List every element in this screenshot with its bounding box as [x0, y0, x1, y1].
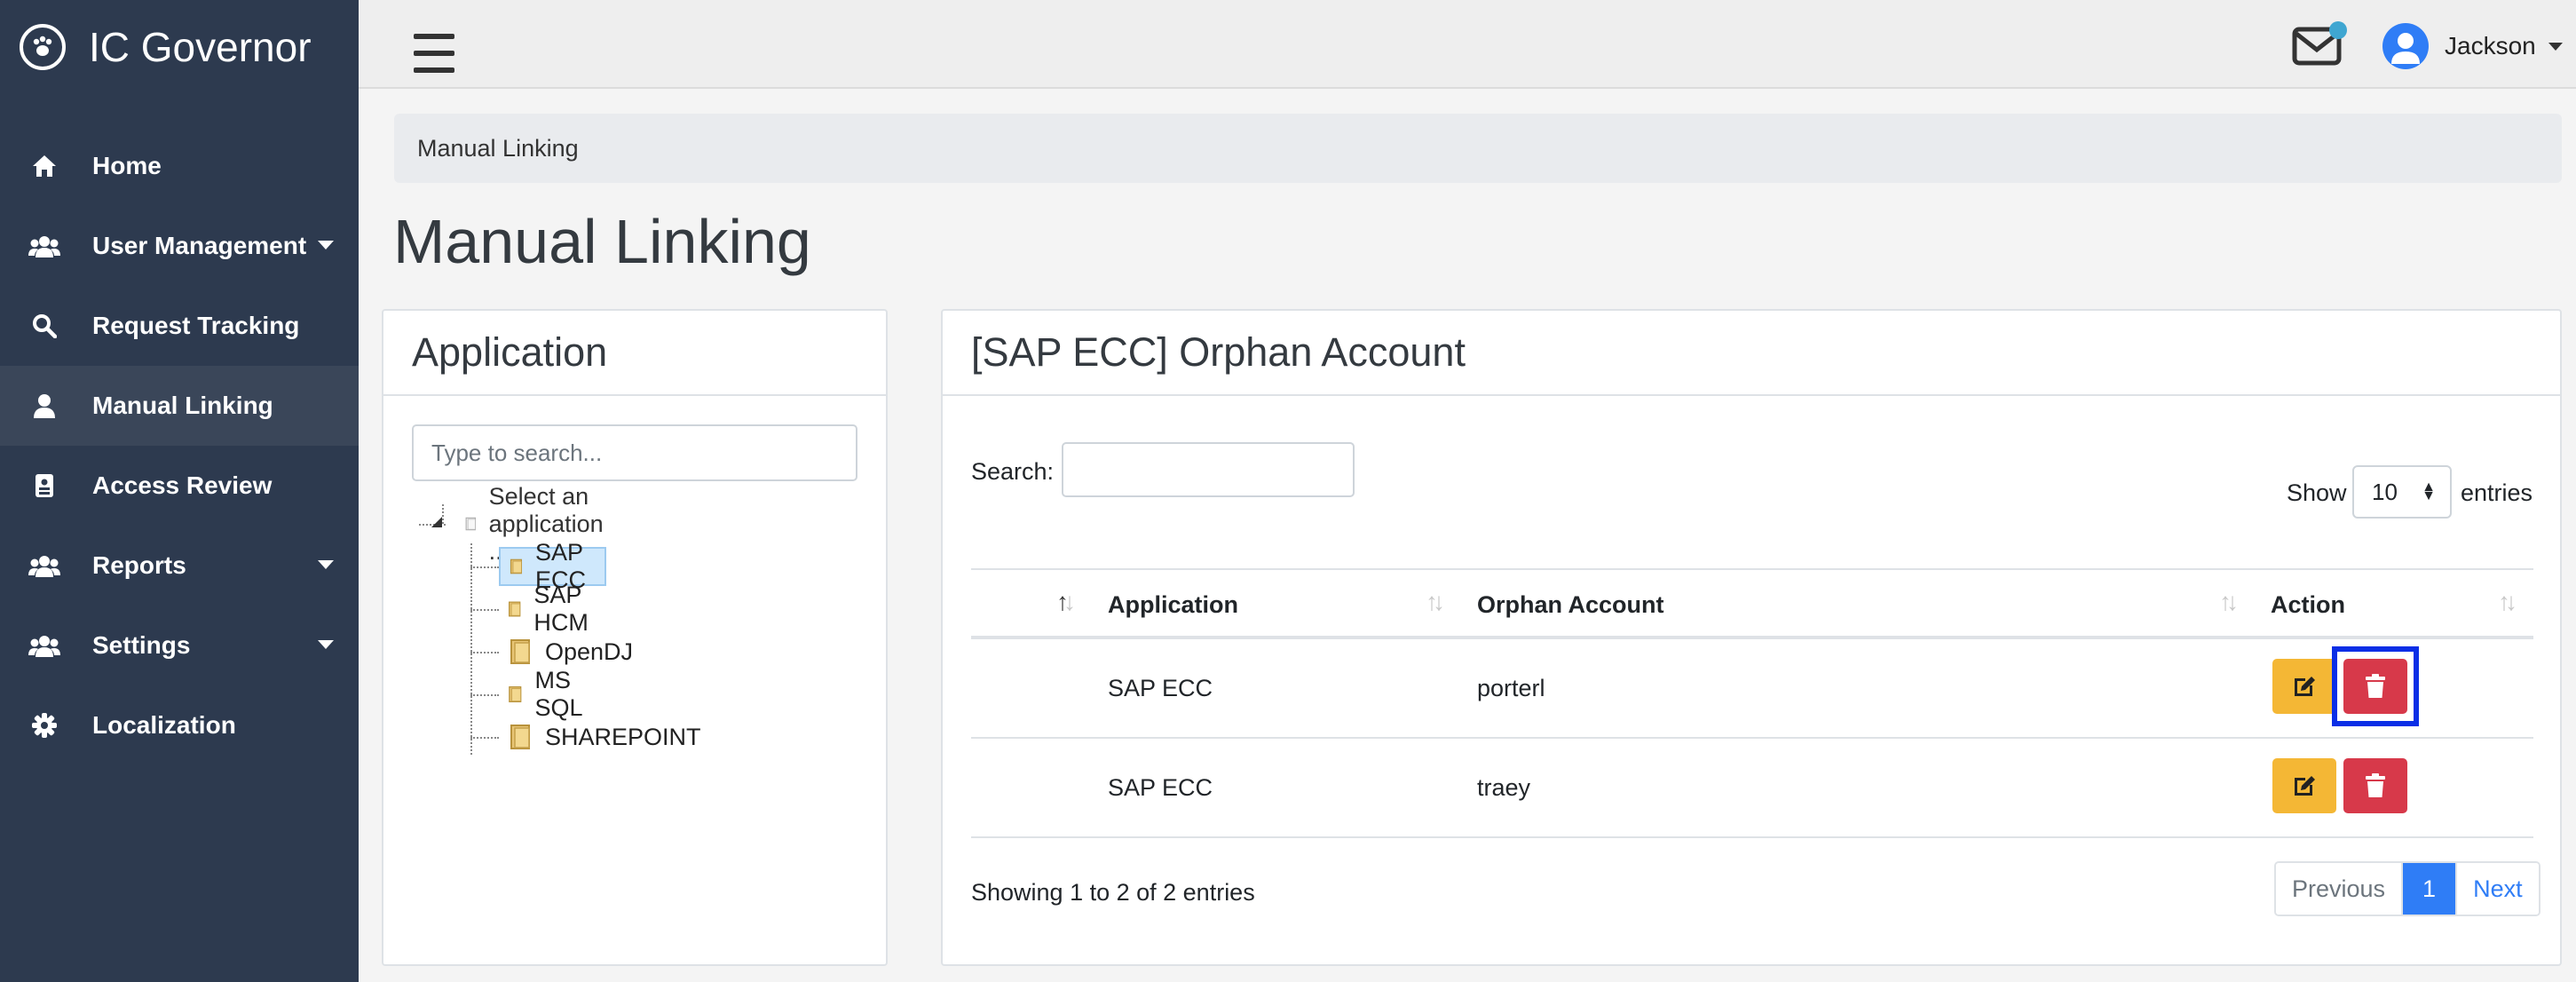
topbar: Jackson [359, 0, 2576, 89]
tree-node-sharepoint[interactable]: SHAREPOINT [499, 717, 708, 756]
sidebar-item-home[interactable]: Home [0, 126, 359, 206]
folder-icon [509, 601, 521, 617]
column-header-orphan-account[interactable]: Orphan Account [1477, 591, 1664, 619]
gear-icon [27, 708, 62, 743]
sort-icon[interactable]: ↑↓ [2219, 588, 2239, 616]
chevron-down-icon [2548, 42, 2563, 51]
breadcrumb: Manual Linking [394, 114, 2562, 183]
cell-orphan-account: traey [1477, 774, 1531, 801]
sidebar-item-label: Access Review [92, 471, 273, 499]
pagination-next[interactable]: Next [2457, 863, 2539, 915]
pagination-page-1[interactable]: 1 [2403, 863, 2458, 915]
brand[interactable]: IC Governor [0, 0, 359, 94]
tree-toggle-icon[interactable] [431, 517, 442, 527]
chevron-down-icon [318, 560, 334, 569]
hamburger-menu-icon[interactable] [414, 34, 454, 73]
tree-node-sap-hcm[interactable]: SAP HCM [499, 582, 606, 636]
cell-application: SAP ECC [1108, 675, 1213, 701]
table-info: Showing 1 to 2 of 2 entries [971, 879, 1255, 906]
users-icon [27, 228, 62, 264]
sidebar-item-label: User Management [92, 232, 307, 259]
table-search-input[interactable] [1062, 442, 1355, 497]
edit-icon [2295, 677, 2315, 696]
mail-icon[interactable] [2292, 21, 2347, 66]
sort-icon[interactable]: ↑↓ [1056, 588, 1076, 616]
sidebar-item-label: Reports [92, 551, 186, 579]
sidebar-item-settings[interactable]: Settings [0, 606, 359, 685]
breadcrumb-item: Manual Linking [417, 134, 579, 162]
tree-node-sap-ecc[interactable]: SAP ECC [499, 539, 606, 593]
page-size-value: 10 [2372, 478, 2398, 505]
pagination-previous[interactable]: Previous [2276, 863, 2404, 915]
folder-icon [509, 686, 522, 702]
avatar [2382, 23, 2429, 69]
sidebar-item-label: Home [92, 152, 162, 179]
page-title: Manual Linking [393, 207, 811, 276]
sidebar-item-label: Localization [92, 711, 236, 739]
column-header-application[interactable]: Application [1108, 591, 1238, 619]
folder-icon [510, 558, 523, 574]
edit-icon [2295, 776, 2315, 796]
tree-node-ms-sql[interactable]: MS SQL [499, 667, 600, 721]
page-size-select[interactable]: 10 ▲ ▼ [2352, 465, 2452, 519]
sidebar-item-reports[interactable]: Reports [0, 526, 359, 606]
user-menu[interactable]: Jackson [2382, 21, 2563, 71]
sidebar-item-user-management[interactable]: User Management [0, 206, 359, 286]
user-name: Jackson [2445, 32, 2536, 59]
table-row: SAP ECC porterl [971, 639, 2533, 739]
table-header-row: ↑↓ Application ↑↓ Orphan Account ↑↓ Acti… [971, 568, 2533, 639]
tree-node-opendj[interactable]: OpenDJ [499, 632, 640, 671]
search-icon [27, 308, 62, 344]
sidebar-item-label: Settings [92, 631, 191, 659]
folder-icon [510, 725, 530, 749]
home-icon [27, 148, 62, 184]
table-row: SAP ECC traey [971, 739, 2533, 838]
column-header-action[interactable]: Action [2271, 591, 2345, 619]
sidebar: IC Governor Home User Management Request… [0, 0, 359, 982]
tree-node-root[interactable]: Select an application ... [456, 483, 624, 565]
select-arrows-icon: ▲ ▼ [2422, 479, 2436, 503]
chevron-down-icon [318, 241, 334, 249]
user-icon [27, 388, 62, 424]
chevron-down-icon [318, 640, 334, 649]
tree-search-input[interactable] [412, 424, 857, 481]
brand-title: IC Governor [89, 24, 312, 70]
entries-label: entries [2461, 479, 2533, 506]
delete-button[interactable] [2343, 758, 2407, 813]
folder-icon [510, 639, 530, 664]
application-panel-title: Application [383, 311, 886, 396]
sort-icon[interactable]: ↑↓ [2498, 588, 2517, 616]
sort-icon[interactable]: ↑↓ [1426, 588, 1445, 616]
highlight-box [2332, 646, 2419, 726]
clipboard-icon [27, 468, 62, 503]
show-label: Show [2287, 479, 2347, 506]
application-panel: Application Select an application ... SA… [382, 309, 888, 966]
sidebar-item-localization[interactable]: Localization [0, 685, 359, 765]
edit-button[interactable] [2272, 659, 2336, 714]
paw-icon [20, 24, 66, 70]
trash-icon [2366, 773, 2385, 797]
cell-orphan-account: porterl [1477, 675, 1545, 701]
orphan-account-panel: [SAP ECC] Orphan Account Search: Show 10… [941, 309, 2562, 966]
cell-application: SAP ECC [1108, 774, 1213, 801]
sidebar-item-manual-linking[interactable]: Manual Linking [0, 366, 359, 446]
orphan-panel-title: [SAP ECC] Orphan Account [943, 311, 2560, 396]
sidebar-item-access-review[interactable]: Access Review [0, 446, 359, 526]
orphan-table: ↑↓ Application ↑↓ Orphan Account ↑↓ Acti… [971, 568, 2533, 838]
document-icon [465, 517, 476, 531]
search-label: Search: [971, 458, 1055, 485]
notification-dot [2329, 21, 2347, 39]
edit-button[interactable] [2272, 758, 2336, 813]
sidebar-item-label: Request Tracking [92, 312, 300, 339]
pagination: Previous 1 Next [2274, 861, 2540, 916]
users-icon [27, 628, 62, 663]
sidebar-item-request-tracking[interactable]: Request Tracking [0, 286, 359, 366]
users-icon [27, 548, 62, 583]
sidebar-item-label: Manual Linking [92, 392, 273, 419]
